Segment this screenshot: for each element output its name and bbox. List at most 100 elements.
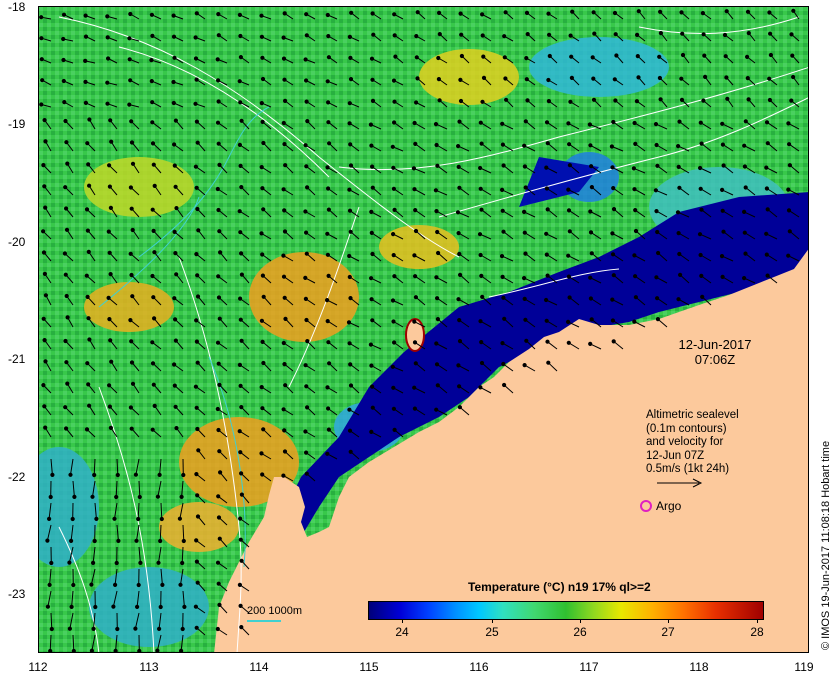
velocity-arrow-head — [137, 494, 142, 500]
velocity-arrow-head — [325, 451, 330, 456]
velocity-arrow-head — [348, 362, 353, 367]
date-line: 12-Jun-2017 — [678, 337, 752, 352]
velocity-arrow-head — [64, 140, 69, 145]
velocity-arrow-head — [283, 163, 288, 168]
velocity-arrow-head — [742, 230, 747, 235]
velocity-arrow-head — [349, 10, 354, 15]
velocity-arrow-head — [304, 317, 309, 323]
lon-tick: 114 — [249, 660, 269, 674]
velocity-arrow-head — [457, 251, 462, 257]
velocity-arrow-head — [592, 31, 597, 36]
velocity-arrow-head — [742, 164, 748, 169]
velocity-arrow-head — [63, 118, 68, 124]
velocity-arrow-head — [65, 381, 70, 386]
velocity-arrow-head — [633, 208, 638, 213]
velocity-arrow-head — [653, 188, 659, 193]
legend-line: (0.1m contours) — [646, 422, 727, 435]
velocity-arrow-head — [239, 471, 244, 476]
velocity-arrow-head — [786, 121, 791, 126]
velocity-arrow-head — [413, 141, 418, 146]
velocity-arrow-head — [237, 142, 242, 147]
velocity-arrow-head — [65, 315, 70, 320]
velocity-arrow-head — [304, 164, 309, 169]
velocity-arrow-head — [632, 187, 637, 192]
velocity-arrow-head — [522, 209, 527, 214]
velocity-arrow-head — [791, 8, 796, 13]
velocity-arrow-head — [479, 273, 484, 278]
velocity-arrow-head — [150, 120, 155, 125]
velocity-arrow-head — [566, 319, 571, 324]
velocity-arrow-head — [127, 36, 132, 41]
velocity-arrow-head — [456, 231, 461, 236]
velocity-arrow-head — [129, 360, 135, 365]
velocity-arrow-head — [614, 53, 619, 58]
velocity-arrow-head — [524, 10, 530, 16]
velocity-arrow-head — [369, 429, 374, 434]
velocity-arrow-head — [765, 207, 770, 212]
velocity-arrow-head — [347, 407, 352, 412]
velocity-arrow-head — [111, 604, 116, 609]
velocity-arrow-head — [180, 626, 185, 632]
velocity-arrow-head — [216, 515, 222, 520]
velocity-arrow-head — [39, 57, 44, 62]
velocity-arrow-head — [479, 360, 485, 366]
velocity-arrow-head — [305, 119, 310, 124]
velocity-arrow-head — [128, 251, 133, 256]
velocity-arrow-head — [260, 76, 266, 82]
velocity-arrow-head — [370, 384, 375, 389]
velocity-arrow-head — [390, 144, 395, 149]
velocity-arrow-head — [478, 120, 483, 125]
velocity-arrow-head — [371, 32, 376, 37]
velocity-arrow-head — [720, 208, 725, 213]
velocity-arrow-head — [636, 9, 641, 14]
velocity-arrow-head — [348, 163, 354, 168]
velocity-arrow-head — [216, 12, 221, 17]
velocity-arrow-head — [160, 582, 165, 588]
velocity-arrow-head — [631, 166, 637, 171]
velocity-arrow-head — [194, 119, 199, 124]
velocity-arrow-head — [720, 274, 725, 279]
velocity-arrow-head — [457, 405, 462, 410]
velocity-arrow-head — [47, 582, 52, 588]
velocity-arrow-head — [238, 603, 243, 609]
velocity-arrow-head — [172, 229, 177, 234]
velocity-arrow-head — [327, 361, 332, 366]
velocity-arrow-head — [159, 516, 164, 522]
velocity-arrow-head — [742, 209, 747, 214]
velocity-arrow-head — [725, 96, 730, 101]
velocity-arrow-head — [500, 208, 505, 213]
velocity-arrow-head — [545, 273, 550, 278]
velocity-arrow-head — [477, 232, 483, 237]
velocity-arrow-head — [150, 427, 155, 432]
velocity-arrow-head — [193, 35, 198, 40]
velocity-arrow-head — [157, 626, 162, 632]
velocity-arrow-head — [610, 165, 615, 170]
velocity-arrow-head — [134, 538, 139, 543]
velocity-arrow-head — [108, 425, 114, 430]
colorbar-tick — [402, 620, 403, 623]
velocity-arrow-head — [106, 56, 111, 61]
velocity-arrow-head — [217, 382, 222, 387]
velocity-arrow-head — [611, 207, 617, 212]
velocity-arrow-head — [458, 11, 463, 16]
velocity-arrow-head — [83, 13, 88, 18]
velocity-arrow-head — [545, 339, 550, 344]
velocity-arrow-head — [768, 31, 773, 36]
velocity-arrow-head — [171, 34, 177, 39]
velocity-arrow-head — [115, 472, 120, 478]
velocity-arrow-head — [83, 34, 89, 39]
velocity-arrow-head — [195, 360, 200, 365]
velocity-arrow-head — [238, 296, 243, 301]
velocity-arrow-head — [523, 317, 528, 322]
scale-arrow-icon — [657, 478, 703, 488]
velocity-arrow-head — [679, 10, 684, 15]
velocity-arrow-head — [567, 229, 572, 234]
velocity-arrow-head — [764, 165, 769, 170]
velocity-arrow-head — [239, 185, 244, 190]
velocity-arrow-head — [215, 626, 220, 632]
velocity-arrow-head — [499, 254, 505, 259]
velocity-arrow-head — [723, 54, 728, 59]
velocity-arrow-head — [478, 165, 483, 171]
date-stamp: 12-Jun-2017 07:06Z — [655, 337, 775, 367]
velocity-arrow-head — [392, 120, 397, 125]
